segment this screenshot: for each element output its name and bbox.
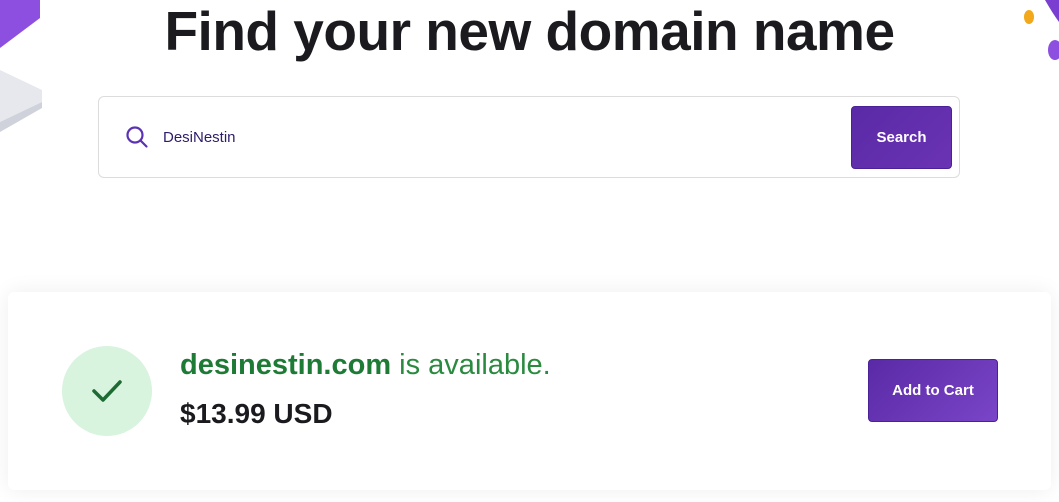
add-to-cart-button[interactable]: Add to Cart xyxy=(868,359,998,422)
domain-result-card: desinestin.com is available. $13.99 USD … xyxy=(8,292,1051,490)
domain-search-bar: Search xyxy=(98,96,960,178)
availability-status: is available. xyxy=(391,349,551,381)
search-icon xyxy=(126,126,148,148)
domain-name: desinestin.com xyxy=(180,349,392,381)
search-button[interactable]: Search xyxy=(851,106,952,169)
availability-badge xyxy=(62,346,152,436)
domain-price: $13.99 USD xyxy=(180,398,333,429)
domain-availability-line: desinestin.com is available. xyxy=(180,348,551,382)
domain-search-input[interactable] xyxy=(163,119,833,155)
page-title: Find your new domain name xyxy=(164,0,895,62)
domain-search-page: Find your new domain name Search desines… xyxy=(0,0,1059,502)
check-icon xyxy=(92,380,122,402)
